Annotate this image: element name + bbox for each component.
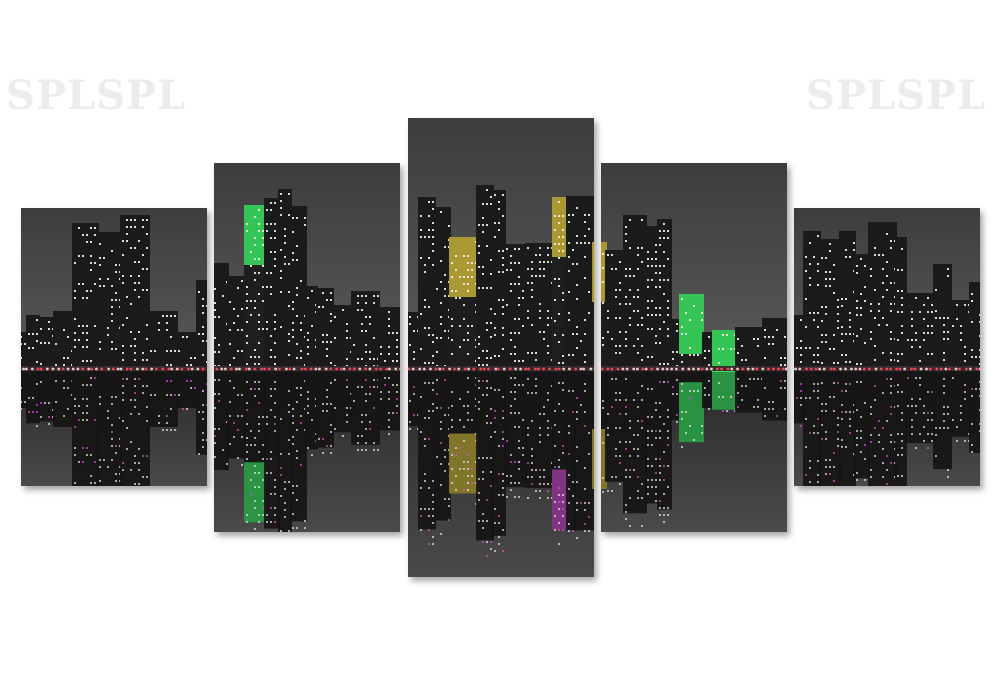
building (227, 276, 246, 372)
reflection (351, 372, 380, 445)
reflection (803, 372, 821, 486)
reflection (38, 372, 55, 422)
reflection (290, 372, 307, 522)
building (623, 215, 647, 372)
reflection (332, 372, 353, 433)
building (148, 311, 178, 372)
reflection (418, 372, 436, 530)
reflection (605, 372, 625, 482)
building (399, 312, 400, 372)
reflection (278, 372, 292, 532)
building (657, 219, 672, 372)
building (72, 223, 99, 372)
reflection (72, 372, 99, 486)
reflection (657, 372, 672, 510)
reflection (969, 372, 980, 453)
reflection (476, 372, 494, 541)
reflection (148, 372, 178, 427)
canvas-panel-1 (21, 208, 207, 486)
canvas-panel-5 (794, 208, 980, 486)
reflection (176, 372, 198, 408)
building (120, 215, 150, 372)
reflection (378, 372, 400, 431)
building (803, 231, 821, 372)
reflection (854, 372, 870, 479)
building (26, 315, 40, 372)
building (950, 300, 971, 372)
building (854, 254, 870, 372)
building (196, 280, 207, 372)
reflection (933, 372, 952, 470)
canvas-panel-3 (408, 118, 594, 577)
building (762, 318, 787, 372)
building (492, 190, 506, 372)
reflection (819, 372, 841, 486)
building (278, 189, 292, 372)
building (97, 232, 122, 372)
canvas-panel-4 (601, 163, 787, 532)
building (214, 263, 229, 372)
building (645, 226, 659, 372)
reflection (574, 372, 594, 531)
reflection (762, 372, 787, 421)
canvas-panel-2 (214, 163, 400, 532)
reflection (120, 372, 150, 486)
reflection (950, 372, 971, 437)
reflection (839, 372, 856, 486)
building (735, 327, 764, 372)
watermark-right: SPLSPL (806, 72, 987, 119)
building (839, 231, 856, 372)
shoreline (214, 366, 400, 371)
watermark-left: SPLSPL (6, 72, 187, 119)
reflection (504, 372, 527, 488)
reflection (196, 372, 207, 455)
reflection (905, 372, 935, 444)
reflection (399, 372, 400, 426)
building (969, 282, 980, 372)
building (53, 311, 74, 372)
reflection (97, 372, 122, 486)
building (290, 206, 307, 372)
